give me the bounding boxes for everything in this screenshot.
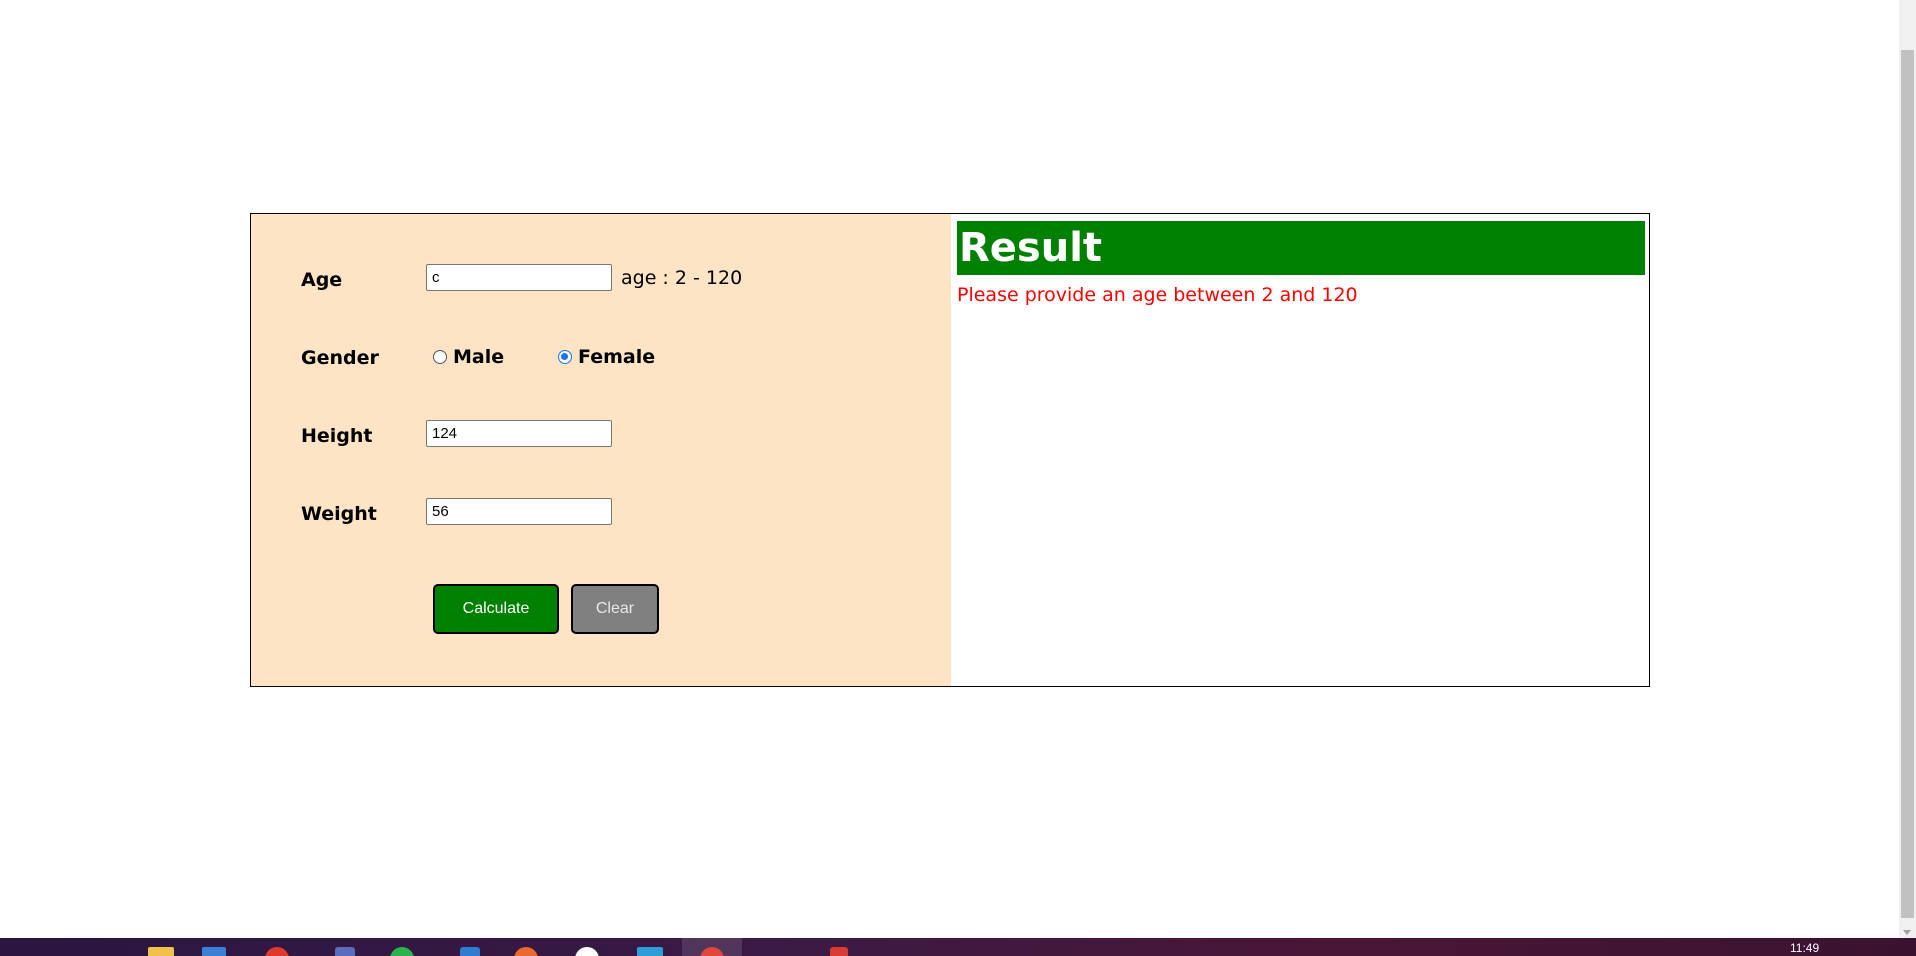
scrollbar-thumb[interactable] xyxy=(1901,50,1914,918)
scroll-down-arrow-icon[interactable] xyxy=(1903,930,1911,935)
gender-label: Gender xyxy=(301,347,379,369)
height-input[interactable]: 124 xyxy=(426,420,612,447)
female-radio[interactable] xyxy=(558,350,572,364)
app-orange-icon[interactable] xyxy=(514,947,538,956)
weight-input[interactable]: 56 xyxy=(426,498,612,525)
app-red-icon[interactable] xyxy=(265,947,289,956)
male-radio[interactable] xyxy=(433,350,447,364)
clear-button[interactable]: Clear xyxy=(571,584,659,634)
gender-option-female[interactable]: Female xyxy=(558,346,655,368)
weight-label: Weight xyxy=(301,503,377,525)
result-panel: Result Please provide an age between 2 a… xyxy=(951,214,1649,686)
age-input[interactable]: c xyxy=(426,264,612,291)
calculate-button[interactable]: Calculate xyxy=(433,584,559,634)
file-explorer-icon[interactable] xyxy=(148,947,174,956)
bmi-calculator: Age c age : 2 - 120 Gender Male Female H… xyxy=(250,213,1650,687)
taskbar: 11:49 xyxy=(0,938,1916,956)
age-label: Age xyxy=(301,269,343,291)
app-redsquare-icon[interactable] xyxy=(830,947,848,956)
calendar-icon[interactable] xyxy=(202,947,226,956)
input-form: Age c age : 2 - 120 Gender Male Female H… xyxy=(251,214,951,686)
gender-option-male[interactable]: Male xyxy=(433,346,504,368)
height-label: Height xyxy=(301,425,373,447)
vertical-scrollbar[interactable] xyxy=(1899,0,1916,938)
age-range-hint: age : 2 - 120 xyxy=(621,267,743,289)
app-blue-icon[interactable] xyxy=(335,947,355,956)
error-message: Please provide an age between 2 and 120 xyxy=(957,284,1358,306)
male-radio-label[interactable]: Male xyxy=(453,346,504,368)
result-title: Result xyxy=(957,221,1645,275)
vscode-icon[interactable] xyxy=(460,947,480,956)
app-green-icon[interactable] xyxy=(390,947,414,956)
app-lightblue-icon[interactable] xyxy=(637,947,663,956)
taskbar-clock[interactable]: 11:49 xyxy=(1790,942,1819,954)
app-white-icon[interactable] xyxy=(575,947,599,956)
female-radio-label[interactable]: Female xyxy=(578,346,655,368)
